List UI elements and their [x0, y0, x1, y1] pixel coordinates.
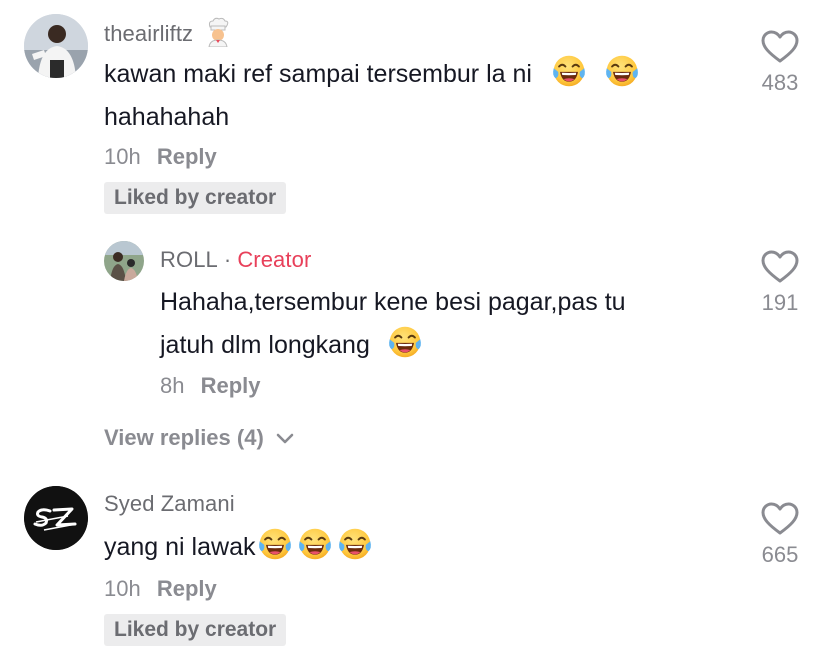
comment-text: kawan maki ref sampai tersembur la ni: [104, 52, 640, 96]
liked-by-creator-badge: Liked by creator: [104, 182, 287, 214]
like-count: 665: [761, 542, 799, 567]
heart-icon[interactable]: [761, 30, 799, 64]
reply-button[interactable]: Reply: [201, 373, 261, 398]
comment-meta: 8h Reply: [160, 373, 261, 399]
comment-meta: 10h Reply: [104, 144, 217, 170]
reply-button[interactable]: Reply: [157, 576, 217, 601]
avatar[interactable]: [24, 486, 88, 550]
comment-text-line2: jatuh dlm longkang: [160, 323, 423, 367]
reply-button[interactable]: Reply: [157, 144, 217, 169]
comment-text-line: hahahahah: [104, 103, 230, 131]
heart-icon[interactable]: [761, 250, 799, 284]
username[interactable]: theairliftz: [104, 17, 231, 53]
tears-of-joy-icon: [257, 526, 293, 562]
comment-text-line: jatuh dlm longkang: [160, 331, 370, 359]
tears-of-joy-icon: [337, 526, 373, 562]
username-text: theairliftz: [104, 21, 194, 46]
separator-dot: ·: [223, 247, 232, 272]
avatar-photo-icon: [104, 241, 144, 281]
avatar-photo-icon: [24, 14, 88, 78]
comment-text: Hahaha,tersembur kene besi pagar,pas tu: [160, 280, 626, 324]
view-replies-button[interactable]: View replies (4): [104, 425, 294, 451]
comment-text-line: Hahaha,tersembur kene besi pagar,pas tu: [160, 288, 626, 316]
tears-of-joy-icon: [604, 53, 640, 89]
username[interactable]: Syed Zamani: [104, 491, 235, 517]
comment-meta: 10h Reply: [104, 576, 217, 602]
comment-text: yang ni lawak: [104, 525, 373, 569]
liked-by-creator-badge: Liked by creator: [104, 614, 287, 646]
avatar[interactable]: [24, 14, 88, 78]
heart-icon[interactable]: [761, 502, 799, 536]
like-count: 483: [761, 70, 799, 95]
chevron-down-icon: [276, 433, 294, 444]
timestamp: 10h: [104, 144, 141, 169]
sz-logo-icon: [24, 486, 88, 550]
comment-text-line: yang ni lawak: [104, 533, 256, 561]
tears-of-joy-icon: [551, 53, 587, 89]
username[interactable]: ROLL · Creator: [160, 247, 311, 273]
avatar[interactable]: [104, 241, 144, 281]
like-count: 191: [761, 290, 799, 315]
username-text: ROLL: [160, 247, 218, 272]
chef-emoji-icon: [205, 17, 231, 53]
tears-of-joy-icon: [297, 526, 333, 562]
timestamp: 10h: [104, 576, 141, 601]
timestamp: 8h: [160, 373, 185, 398]
view-replies-label: View replies (4): [104, 425, 264, 450]
comment-text-line: kawan maki ref sampai tersembur la ni: [104, 60, 532, 88]
comment-text-line2: hahahahah: [104, 95, 229, 139]
creator-label: Creator: [237, 247, 312, 272]
tears-of-joy-icon: [387, 324, 423, 360]
